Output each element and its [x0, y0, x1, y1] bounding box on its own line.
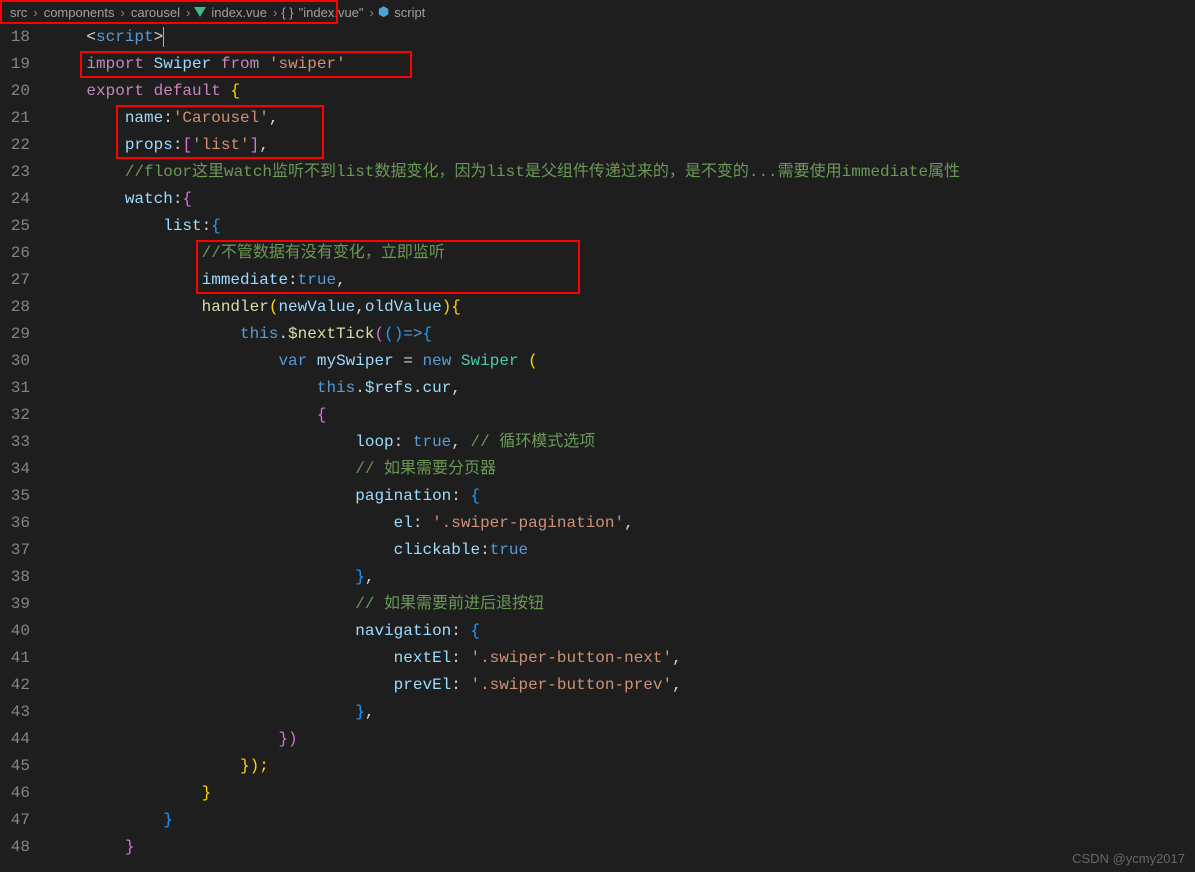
- line-number: 25: [0, 213, 30, 240]
- cube-icon: ⬢: [378, 4, 389, 20]
- chevron-right-icon: ›: [29, 5, 41, 20]
- breadcrumb[interactable]: src › components › carousel › index.vue …: [0, 0, 1195, 24]
- watermark: CSDN @ycmy2017: [1072, 851, 1185, 866]
- line-number: 21: [0, 105, 30, 132]
- line-number: 29: [0, 321, 30, 348]
- chevron-right-icon: ›: [269, 5, 281, 20]
- crumb-carousel[interactable]: carousel: [129, 5, 182, 20]
- line-number: 20: [0, 78, 30, 105]
- line-number: 19: [0, 51, 30, 78]
- line-number: 48: [0, 834, 30, 861]
- crumb-script[interactable]: script: [392, 5, 427, 20]
- line-number: 39: [0, 591, 30, 618]
- line-number: 37: [0, 537, 30, 564]
- line-number: 27: [0, 267, 30, 294]
- crumb-file[interactable]: index.vue: [209, 5, 269, 20]
- crumb-components[interactable]: components: [42, 5, 117, 20]
- line-number: 47: [0, 807, 30, 834]
- crumb-template[interactable]: "index.vue": [297, 5, 366, 20]
- chevron-right-icon: ›: [366, 5, 378, 20]
- line-number: 33: [0, 429, 30, 456]
- crumb-src[interactable]: src: [8, 5, 29, 20]
- line-number: 26: [0, 240, 30, 267]
- line-number: 22: [0, 132, 30, 159]
- code-editor[interactable]: 1819202122232425262728293031323334353637…: [0, 24, 1195, 872]
- line-number: 36: [0, 510, 30, 537]
- line-number: 30: [0, 348, 30, 375]
- vue-icon: [194, 7, 206, 17]
- line-number: 23: [0, 159, 30, 186]
- line-number: 31: [0, 375, 30, 402]
- code-area[interactable]: <script> import Swiper from 'swiper' exp…: [48, 24, 1195, 872]
- line-number: 40: [0, 618, 30, 645]
- line-number: 38: [0, 564, 30, 591]
- line-number: 45: [0, 753, 30, 780]
- line-number: 24: [0, 186, 30, 213]
- line-number: 41: [0, 645, 30, 672]
- chevron-right-icon: ›: [182, 5, 194, 20]
- line-number: 44: [0, 726, 30, 753]
- chevron-right-icon: ›: [117, 5, 129, 20]
- line-number: 18: [0, 24, 30, 51]
- line-number: 43: [0, 699, 30, 726]
- text-cursor: [163, 27, 164, 47]
- line-number: 34: [0, 456, 30, 483]
- line-number: 32: [0, 402, 30, 429]
- line-number: 46: [0, 780, 30, 807]
- brace-icon: { }: [281, 5, 293, 20]
- line-number: 35: [0, 483, 30, 510]
- line-gutter: 1819202122232425262728293031323334353637…: [0, 24, 48, 872]
- line-number: 28: [0, 294, 30, 321]
- line-number: 42: [0, 672, 30, 699]
